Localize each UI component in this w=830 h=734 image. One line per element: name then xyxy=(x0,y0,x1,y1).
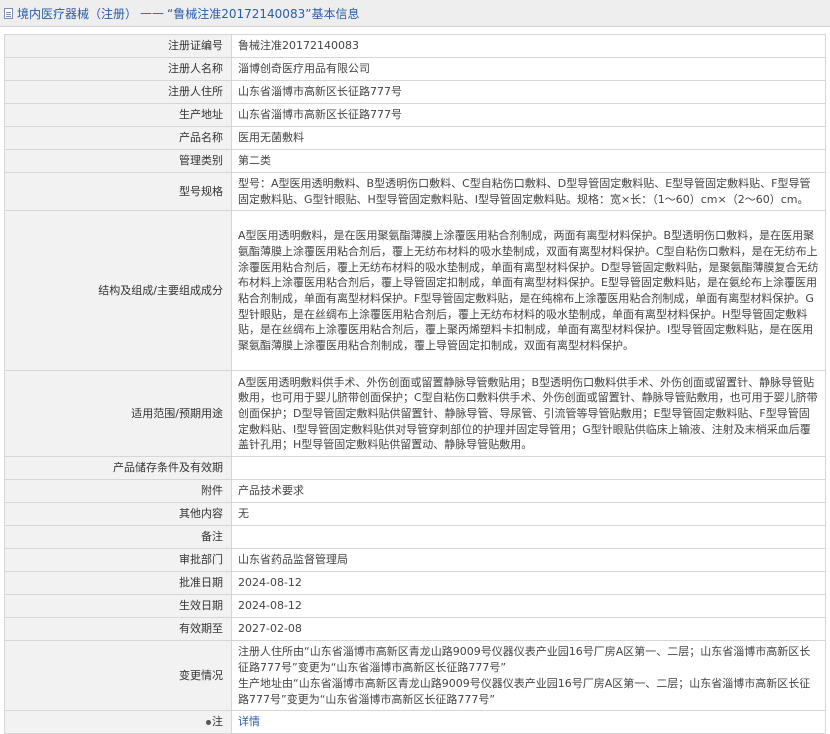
detail-row-expiry-date: 有效期至 2027-02-08 xyxy=(4,617,826,642)
page-title-bar: 境内医疗器械（注册） —— “鲁械注准20172140083” 基本信息 xyxy=(0,0,830,27)
breadcrumb-suffix: 基本信息 xyxy=(311,6,360,21)
change-entry: 生产地址由“山东省淄博市高新区青龙山路9009号仪器仪表产业园16号厂房A区第一… xyxy=(238,676,811,706)
field-value: 第二类 xyxy=(231,149,826,173)
field-value: 产品技术要求 xyxy=(231,479,826,504)
detail-row-note: 注 详情 xyxy=(4,710,826,734)
detail-row-approval-dept: 审批部门 山东省药品监督管理局 xyxy=(4,548,826,573)
field-value: 注册人住所由“山东省淄博市高新区青龙山路9009号仪器仪表产业园16号厂房A区第… xyxy=(231,640,826,712)
detail-table: 注册证编号 鲁械注准20172140083 注册人名称 淄博创奇医疗用品有限公司 注册人… xyxy=(4,34,826,734)
field-value: 无 xyxy=(231,502,826,527)
detail-row-composition: 结构及组成/主要组成成分 A型医用透明敷料，是在医用聚氨酯薄膜上涂覆医用粘合剂制成… xyxy=(4,210,826,372)
detail-row-registrant: 注册人名称 淄博创奇医疗用品有限公司 xyxy=(4,57,826,81)
field-value xyxy=(231,456,826,481)
detail-row-attachment: 附件 产品技术要求 xyxy=(4,479,826,504)
field-label: 注册人住所 xyxy=(4,80,232,104)
detail-row-approval-date: 批准日期 2024-08-12 xyxy=(4,571,826,596)
field-label: 产品储存条件及有效期 xyxy=(4,456,232,481)
field-label: 产品名称 xyxy=(4,126,232,150)
field-label: 注 xyxy=(4,710,232,734)
field-label: 其他内容 xyxy=(4,502,232,527)
field-value: 2027-02-08 xyxy=(231,617,826,642)
note-label: 注 xyxy=(212,715,223,729)
detail-row-management-class: 管理类别 第二类 xyxy=(4,149,826,173)
field-label: 有效期至 xyxy=(4,617,232,642)
field-value: 型号：A型医用透明敷料、B型透明伤口敷料、C型自粘伤口敷料、D型导管固定敷料贴、… xyxy=(231,171,826,212)
field-label: 生效日期 xyxy=(4,594,232,619)
field-label: 备注 xyxy=(4,525,232,550)
field-value: 医用无菌敷料 xyxy=(231,126,826,150)
field-value: 2024-08-12 xyxy=(231,571,826,596)
detail-row-product-name: 产品名称 医用无菌敷料 xyxy=(4,126,826,150)
breadcrumb-separator: —— xyxy=(140,6,165,20)
detail-row-effective-date: 生效日期 2024-08-12 xyxy=(4,594,826,619)
field-label: 注册证编号 xyxy=(4,34,232,58)
field-value: 山东省淄博市高新区长征路777号 xyxy=(231,80,826,104)
field-value: A型医用透明敷料，是在医用聚氨酯薄膜上涂覆医用粘合剂制成，两面有离型材料保护。B… xyxy=(231,210,826,372)
field-label: 审批部门 xyxy=(4,548,232,573)
document-icon xyxy=(4,7,13,19)
field-value xyxy=(231,525,826,550)
field-label: 附件 xyxy=(4,479,232,504)
field-value: 鲁械注准20172140083 xyxy=(231,34,826,58)
field-label: 管理类别 xyxy=(4,149,232,173)
detail-row-scope: 适用范围/预期用途 A型医用透明敷料供手术、外伤创面或留置静脉导管敷贴用；B型透明… xyxy=(4,370,826,458)
field-value: 详情 xyxy=(231,710,826,734)
change-entry: 注册人住所由“山东省淄博市高新区青龙山路9009号仪器仪表产业园16号厂房A区第… xyxy=(238,645,811,675)
field-label: 变更情况 xyxy=(4,640,232,712)
detail-row-models: 型号规格 型号：A型医用透明敷料、B型透明伤口敷料、C型自粘伤口敷料、D型导管固定… xyxy=(4,171,826,212)
breadcrumb-section[interactable]: 境内医疗器械（注册） xyxy=(17,5,137,22)
field-value: 淄博创奇医疗用品有限公司 xyxy=(231,57,826,81)
field-value: 山东省药品监督管理局 xyxy=(231,548,826,573)
field-label: 生产地址 xyxy=(4,103,232,127)
field-label: 批准日期 xyxy=(4,571,232,596)
detail-row-reg-no: 注册证编号 鲁械注准20172140083 xyxy=(4,34,826,58)
detail-row-other: 其他内容无 xyxy=(4,502,826,527)
detail-row-changes: 变更情况 注册人住所由“山东省淄博市高新区青龙山路9009号仪器仪表产业园16号厂… xyxy=(4,640,826,712)
field-label: 型号规格 xyxy=(4,171,232,212)
details-link[interactable]: 详情 xyxy=(238,715,260,728)
field-value: 2024-08-12 xyxy=(231,594,826,619)
detail-row-remarks: 备注 xyxy=(4,525,826,550)
detail-row-production-address: 生产地址 山东省淄博市高新区长征路777号 xyxy=(4,103,826,127)
breadcrumb-record-title: “鲁械注准20172140083” xyxy=(167,6,312,21)
field-value: A型医用透明敷料供手术、外伤创面或留置静脉导管敷贴用；B型透明伤口敷料供手术、外… xyxy=(231,370,826,458)
field-label: 适用范围/预期用途 xyxy=(4,370,232,458)
field-value: 山东省淄博市高新区长征路777号 xyxy=(231,103,826,127)
field-label: 结构及组成/主要组成成分 xyxy=(4,210,232,372)
detail-row-storage: 产品储存条件及有效期 xyxy=(4,456,826,481)
detail-row-registrant-address: 注册人住所 山东省淄博市高新区长征路777号 xyxy=(4,80,826,104)
field-label: 注册人名称 xyxy=(4,57,232,81)
